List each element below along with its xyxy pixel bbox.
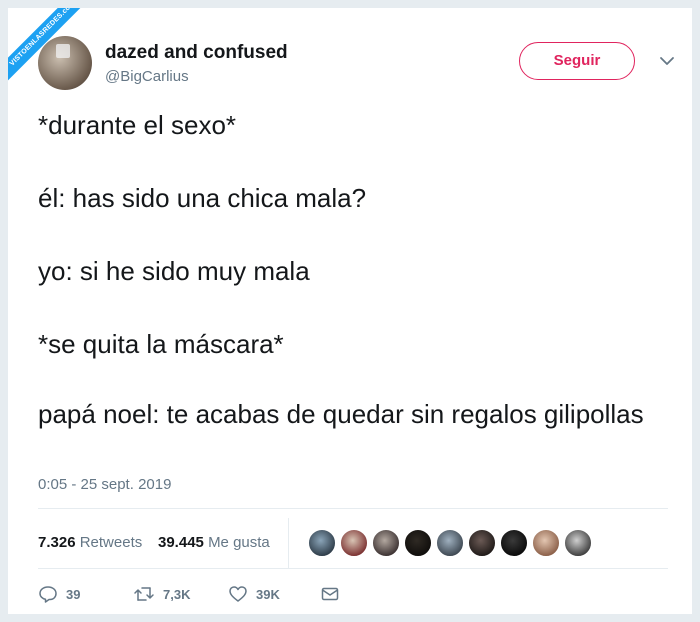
liker-avatar[interactable] xyxy=(340,529,368,557)
retweets-label: Retweets xyxy=(79,534,143,551)
tweet-line: papá noel: te acabas de quedar sin regal… xyxy=(38,399,644,429)
watermark-band: VISTOENLASREDES.com xyxy=(8,8,95,86)
tweet-line: él: has sido una chica mala? xyxy=(38,183,367,213)
like-count: 39K xyxy=(256,586,280,602)
retweet-button[interactable]: 7,3K xyxy=(133,580,190,608)
liker-avatar[interactable] xyxy=(500,529,528,557)
divider xyxy=(288,518,289,568)
tweet-line: *se quita la máscara* xyxy=(38,329,284,359)
tweet-card: VISTOENLASREDES.com dazed and confused @… xyxy=(8,8,692,614)
liker-avatar[interactable] xyxy=(404,529,432,557)
likes-label: Me gusta xyxy=(208,534,270,551)
tweet-timestamp[interactable]: 0:05 - 25 sept. 2019 xyxy=(38,476,171,493)
user-handle[interactable]: @BigCarlius xyxy=(105,68,189,85)
liker-avatar[interactable] xyxy=(532,529,560,557)
reply-button[interactable]: 39 xyxy=(38,580,80,608)
watermark-logo: VISTOENLASREDES.com xyxy=(8,8,98,98)
divider xyxy=(38,568,668,569)
like-button[interactable]: 39K xyxy=(228,580,280,608)
tweet-stats: 7.326 Retweets 39.445 Me gusta xyxy=(38,518,668,568)
liker-avatar[interactable] xyxy=(436,529,464,557)
retweet-count: 7,3K xyxy=(163,586,191,602)
likes-count: 39.445 xyxy=(158,534,204,551)
tweet-line: *durante el sexo* xyxy=(38,110,237,140)
reply-count: 39 xyxy=(66,586,81,602)
tweet-line: yo: si he sido muy mala xyxy=(38,256,310,286)
retweets-count: 7.326 xyxy=(38,534,76,551)
tweet-text: *durante el sexo* él: has sido una chica… xyxy=(38,106,668,430)
display-name[interactable]: dazed and confused xyxy=(105,42,288,64)
liker-avatar[interactable] xyxy=(372,529,400,557)
envelope-icon xyxy=(321,587,339,601)
retweets-stat[interactable]: 7.326 Retweets xyxy=(38,534,142,551)
reply-icon xyxy=(39,586,57,603)
retweet-icon xyxy=(134,587,154,601)
heart-icon xyxy=(229,586,247,602)
liker-avatar[interactable] xyxy=(308,529,336,557)
likes-stat[interactable]: 39.445 Me gusta xyxy=(158,534,270,551)
liker-avatar[interactable] xyxy=(564,529,592,557)
tweet-header: dazed and confused @BigCarlius Seguir xyxy=(38,36,678,96)
chevron-down-icon[interactable] xyxy=(658,52,676,70)
message-button[interactable] xyxy=(320,580,348,608)
liker-avatar[interactable] xyxy=(468,529,496,557)
follow-button[interactable]: Seguir xyxy=(519,42,635,80)
tweet-actions: 39 7,3K 39K xyxy=(38,580,668,608)
divider xyxy=(38,508,668,509)
